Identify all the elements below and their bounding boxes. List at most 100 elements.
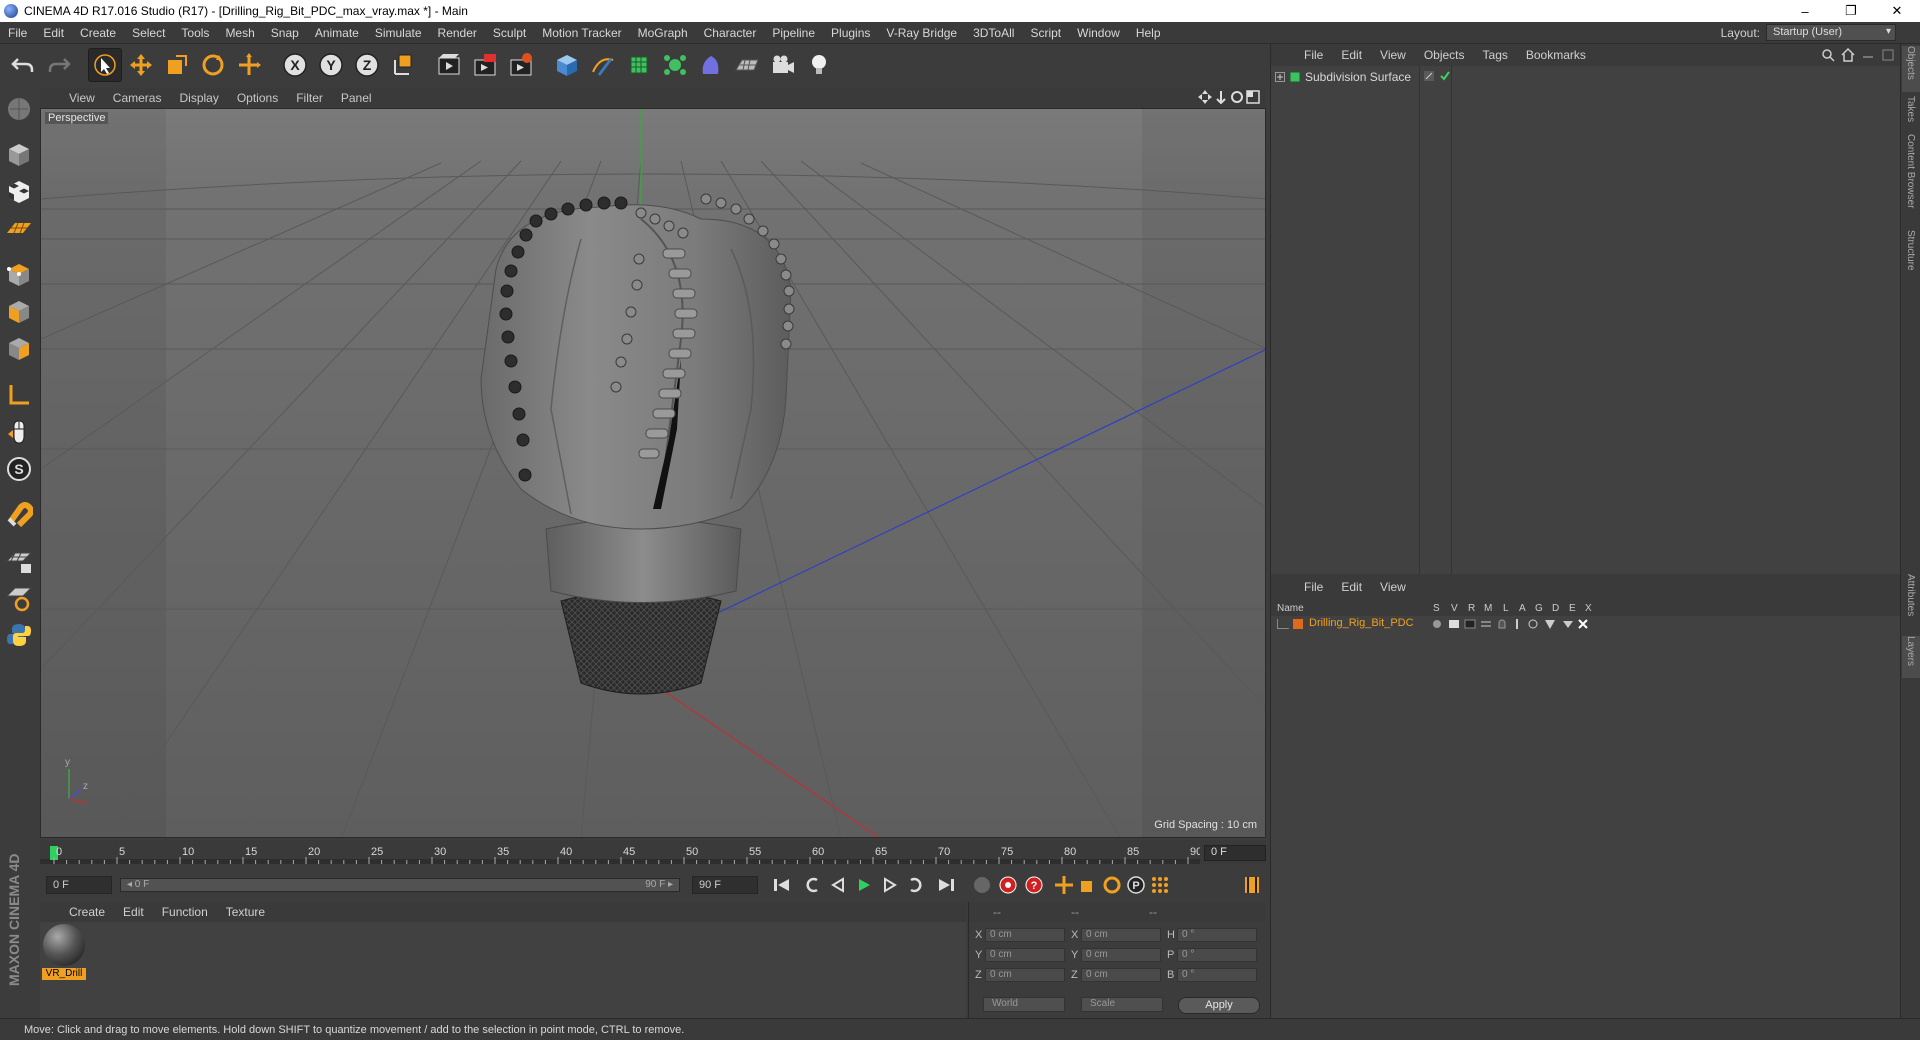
material-swatch[interactable]: VR_Drill xyxy=(42,924,86,982)
layer-col-deformers[interactable]: D xyxy=(1552,603,1559,614)
z-axis-lock-icon[interactable]: Z xyxy=(350,48,384,82)
layer-col-locked[interactable]: L xyxy=(1503,603,1509,614)
apply-button[interactable]: Apply xyxy=(1178,997,1260,1014)
tab-objects[interactable]: Objects xyxy=(1902,46,1920,92)
light-icon[interactable] xyxy=(802,48,836,82)
floor-icon[interactable] xyxy=(730,48,764,82)
model-mode-icon[interactable] xyxy=(2,138,36,172)
menu-plugins[interactable]: Plugins xyxy=(823,26,878,40)
enabled-check-icon[interactable] xyxy=(1439,70,1451,82)
move-tool-icon[interactable] xyxy=(124,48,158,82)
menu-3dtoall[interactable]: 3DToAll xyxy=(965,26,1022,40)
tab-attributes[interactable]: Attributes xyxy=(1902,574,1920,632)
menu-script[interactable]: Script xyxy=(1022,26,1069,40)
position-x-field[interactable]: 0 cm xyxy=(985,928,1065,942)
new-window-icon[interactable] xyxy=(1881,48,1895,62)
record-keys-disabled-icon[interactable] xyxy=(970,874,994,896)
end-frame-field[interactable]: 90 F xyxy=(692,876,758,894)
home-icon[interactable] xyxy=(1841,48,1855,62)
previous-frame-icon[interactable] xyxy=(826,874,850,896)
make-editable-icon[interactable] xyxy=(2,92,36,126)
viewport-menu-filter[interactable]: Filter xyxy=(287,91,332,105)
objects-menu-objects[interactable]: Objects xyxy=(1415,48,1474,62)
search-icon[interactable] xyxy=(1821,48,1835,62)
next-key-icon[interactable] xyxy=(904,874,928,896)
viewport-zoom-icon[interactable] xyxy=(1214,90,1228,104)
polygons-mode-icon[interactable] xyxy=(2,332,36,366)
menu-motion-tracker[interactable]: Motion Tracker xyxy=(534,26,629,40)
rotation-h-field[interactable]: 0 ° xyxy=(1177,928,1257,942)
timeline-ruler[interactable]: 0 5 10 15 20 25 30 35 40 45 50 55 60 65 70 75 80 85 90 0 F xyxy=(40,840,1266,864)
rotation-p-field[interactable]: 0 ° xyxy=(1177,948,1257,962)
viewport-camera-label[interactable]: Perspective xyxy=(45,112,109,124)
record-active-objects-icon[interactable] xyxy=(996,874,1020,896)
coordinate-mode-select[interactable]: Scale xyxy=(1081,997,1163,1012)
layers-menu-file[interactable]: File xyxy=(1295,580,1332,594)
camera-icon[interactable] xyxy=(766,48,800,82)
key-point-level-icon[interactable] xyxy=(1148,874,1172,896)
size-x-field[interactable]: 0 cm xyxy=(1081,928,1161,942)
menu-window[interactable]: Window xyxy=(1069,26,1128,40)
objects-menu-tags[interactable]: Tags xyxy=(1474,48,1517,62)
tab-takes[interactable]: Takes xyxy=(1902,96,1920,130)
link-icon[interactable] xyxy=(1861,48,1875,62)
menu-render[interactable]: Render xyxy=(430,26,485,40)
snap-settings-icon[interactable]: S xyxy=(2,452,36,486)
planar-workplane-icon[interactable] xyxy=(2,581,36,615)
layer-col-manager[interactable]: M xyxy=(1484,603,1492,614)
redo-icon[interactable] xyxy=(42,48,76,82)
coordinate-system-icon[interactable] xyxy=(386,48,420,82)
layers-menu-edit[interactable]: Edit xyxy=(1332,580,1371,594)
layer-col-expressions[interactable]: E xyxy=(1569,603,1576,614)
axis-mode-icon[interactable] xyxy=(2,378,36,412)
tab-structure[interactable]: Structure xyxy=(1902,230,1920,284)
viewport-rotate-icon[interactable] xyxy=(1230,90,1244,104)
position-z-field[interactable]: 0 cm xyxy=(985,968,1065,982)
python-icon[interactable] xyxy=(2,618,36,652)
tweak-mode-icon[interactable] xyxy=(2,415,36,449)
objects-menu-file[interactable]: File xyxy=(1295,48,1332,62)
menu-create[interactable]: Create xyxy=(72,26,124,40)
visibility-dots-icon[interactable] xyxy=(1423,70,1435,82)
layers-menu-view[interactable]: View xyxy=(1371,580,1415,594)
viewport-pan-icon[interactable] xyxy=(1198,90,1212,104)
enable-snap-icon[interactable] xyxy=(2,498,36,532)
menu-sculpt[interactable]: Sculpt xyxy=(485,26,534,40)
material-menu-function[interactable]: Function xyxy=(153,905,217,919)
layout-select[interactable]: Startup (User) xyxy=(1766,24,1896,41)
menu-pipeline[interactable]: Pipeline xyxy=(764,26,823,40)
tab-layers[interactable]: Layers xyxy=(1902,636,1920,678)
workplane-mode-icon[interactable] xyxy=(2,212,36,246)
layer-color-swatch[interactable] xyxy=(1293,619,1303,629)
render-to-picture-viewer-icon[interactable] xyxy=(468,48,502,82)
menu-snap[interactable]: Snap xyxy=(263,26,307,40)
viewport-menu-cameras[interactable]: Cameras xyxy=(104,91,171,105)
layer-col-animation[interactable]: A xyxy=(1519,603,1526,614)
menu-character[interactable]: Character xyxy=(696,26,765,40)
tab-content-browser[interactable]: Content Browser xyxy=(1902,134,1920,226)
menu-animate[interactable]: Animate xyxy=(307,26,367,40)
material-menu-texture[interactable]: Texture xyxy=(217,905,274,919)
undo-icon[interactable] xyxy=(6,48,40,82)
layer-col-generators[interactable]: G xyxy=(1535,603,1543,614)
menu-mograph[interactable]: MoGraph xyxy=(630,26,696,40)
edges-mode-icon[interactable] xyxy=(2,295,36,329)
menu-edit[interactable]: Edit xyxy=(35,26,72,40)
viewport-layout-icon[interactable] xyxy=(1246,90,1260,104)
objects-menu-view[interactable]: View xyxy=(1371,48,1415,62)
layer-col-view[interactable]: V xyxy=(1451,603,1458,614)
workplane-lock-icon[interactable] xyxy=(2,544,36,578)
layer-col-solo[interactable]: S xyxy=(1433,603,1440,614)
expand-toggle-icon[interactable] xyxy=(1275,72,1285,82)
rotate-tool-icon[interactable] xyxy=(196,48,230,82)
live-selection-icon[interactable] xyxy=(88,48,122,82)
material-menu-edit[interactable]: Edit xyxy=(114,905,153,919)
key-rotation-icon[interactable] xyxy=(1100,874,1124,896)
minimize-button[interactable]: – xyxy=(1782,0,1828,22)
maximize-button[interactable]: ❐ xyxy=(1828,0,1874,22)
layer-row[interactable]: Drilling_Rig_Bit_PDC xyxy=(1271,616,1901,632)
texture-mode-icon[interactable] xyxy=(2,175,36,209)
deformer-icon[interactable] xyxy=(694,48,728,82)
rotation-b-field[interactable]: 0 ° xyxy=(1177,968,1257,982)
size-y-field[interactable]: 0 cm xyxy=(1081,948,1161,962)
